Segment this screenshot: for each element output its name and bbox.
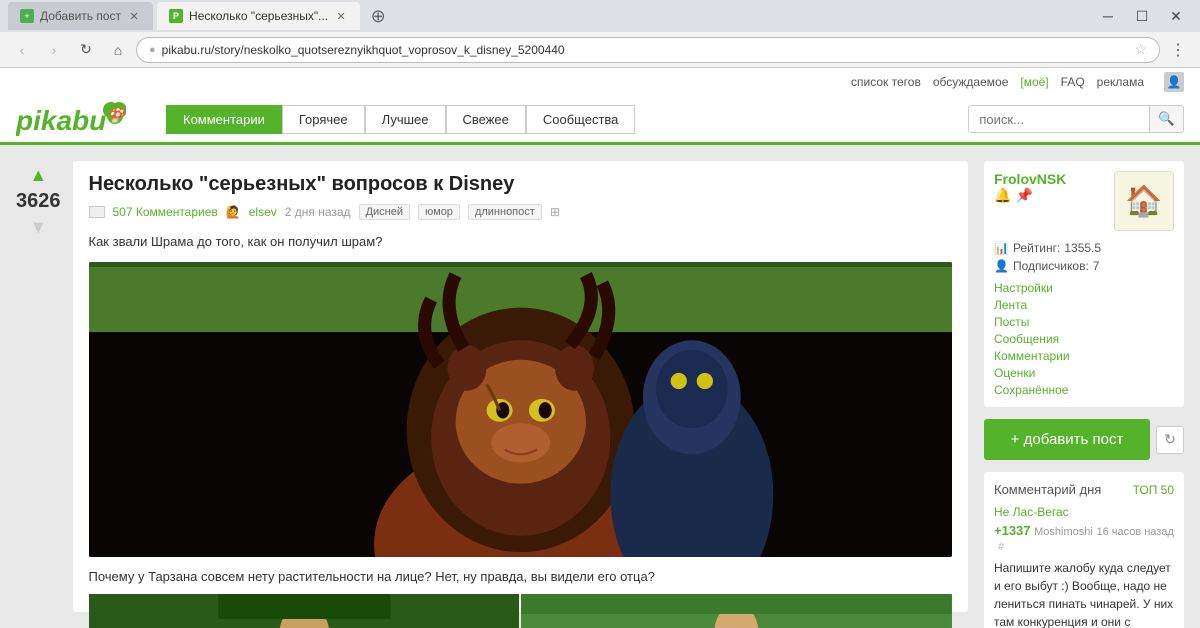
rating-label: Рейтинг: bbox=[1013, 241, 1060, 255]
maximize-button[interactable]: ☐ bbox=[1126, 6, 1158, 26]
tab-title-2: Несколько "серьезных"... bbox=[189, 9, 328, 23]
author-link[interactable]: elsev bbox=[249, 205, 277, 219]
vote-down-button[interactable]: ▼ bbox=[29, 217, 47, 238]
comment-score: +1337 bbox=[994, 523, 1031, 538]
header-link-tag-list[interactable]: список тегов bbox=[851, 75, 921, 89]
tag-disney[interactable]: Дисней bbox=[359, 204, 410, 220]
nav-fresh[interactable]: Свежее bbox=[446, 105, 526, 134]
bell-icon[interactable]: 🔔 bbox=[994, 187, 1011, 204]
tab-favicon-1: + bbox=[20, 9, 34, 23]
tab-close-2[interactable]: ✕ bbox=[334, 9, 348, 23]
comment-of-day: Комментарий дня ТОП 50 Не Лас-Вегас +133… bbox=[984, 472, 1184, 628]
post-meta-icon bbox=[89, 206, 105, 218]
minimize-button[interactable]: ─ bbox=[1092, 6, 1124, 26]
tab-add-post[interactable]: + Добавить пост ✕ bbox=[8, 2, 153, 30]
search-icon: 🔍 bbox=[1158, 111, 1175, 126]
home-button[interactable]: ⌂ bbox=[104, 36, 132, 64]
nav-comments[interactable]: Комментарии bbox=[166, 105, 282, 134]
comments-link[interactable]: 507 Комментариев bbox=[113, 205, 218, 219]
vote-block: ▲ 3626 ▼ bbox=[16, 161, 61, 612]
logo-svg: pikabu 🍄 bbox=[16, 100, 126, 138]
comment-time: 16 часов назад bbox=[1096, 526, 1173, 538]
comment-user-link[interactable]: Не Лас-Вегас bbox=[994, 505, 1174, 519]
link-posts[interactable]: Посты bbox=[994, 315, 1174, 329]
post-title: Несколько "серьезных" вопросов к Disney bbox=[89, 173, 953, 196]
header-link-advert[interactable]: реклама bbox=[1097, 75, 1144, 89]
add-post-row: + добавить пост ↻ bbox=[984, 419, 1184, 460]
link-messages[interactable]: Сообщения bbox=[994, 332, 1174, 346]
forward-button[interactable]: › bbox=[40, 36, 68, 64]
nav-communities[interactable]: Сообщества bbox=[526, 105, 636, 134]
close-window-button[interactable]: ✕ bbox=[1160, 6, 1192, 26]
top50-link[interactable]: ТОП 50 bbox=[1133, 483, 1174, 497]
link-comments[interactable]: Комментарии bbox=[994, 349, 1174, 363]
tag-humor[interactable]: юмор bbox=[418, 204, 460, 220]
comment-text: Напишите жалобу куда следует и его выбут… bbox=[994, 559, 1174, 628]
comment-day-title: Комментарий дня bbox=[994, 482, 1101, 497]
url-text: pikabu.ru/story/neskolko_quotsereznyikhq… bbox=[162, 43, 1129, 57]
tab-pikabu-post[interactable]: P Несколько "серьезных"... ✕ bbox=[157, 2, 360, 30]
post-meta: 507 Комментариев 🙋 elsev 2 дня назад Дис… bbox=[89, 204, 953, 220]
link-saved[interactable]: Сохранённое bbox=[994, 383, 1174, 397]
tab-favicon-2: P bbox=[169, 9, 183, 23]
pin-icon[interactable]: 📌 bbox=[1015, 187, 1032, 204]
post-text-2: Почему у Тарзана совсем нету растительно… bbox=[89, 567, 953, 587]
nav-hot[interactable]: Горячее bbox=[282, 105, 365, 134]
post-text-1: Как звали Шрама до того, как он получил … bbox=[89, 232, 953, 252]
header-link-discussed[interactable]: обсуждаемое bbox=[933, 75, 1009, 89]
sidebar: FrolovNSK 🔔 📌 🏠 📊 Рейтинг: 1355. bbox=[984, 161, 1184, 612]
bookmark-icon[interactable]: ☆ bbox=[1134, 41, 1147, 58]
vote-up-button[interactable]: ▲ bbox=[29, 165, 47, 186]
nav-best[interactable]: Лучшее bbox=[365, 105, 446, 134]
chrome-menu-button[interactable]: ⋮ bbox=[1164, 36, 1192, 64]
post-settings-icon[interactable]: ⊞ bbox=[550, 205, 560, 219]
username[interactable]: FrolovNSK bbox=[994, 171, 1066, 187]
tab-close-1[interactable]: ✕ bbox=[127, 9, 141, 23]
link-feed[interactable]: Лента bbox=[994, 298, 1174, 312]
post-images-tarzan bbox=[89, 594, 953, 628]
rating-icon: 📊 bbox=[994, 241, 1009, 255]
subscribers-icon: 👤 bbox=[994, 259, 1009, 273]
main-nav: Комментарии Горячее Лучшее Свежее Сообще… bbox=[166, 105, 635, 134]
back-button[interactable]: ‹ bbox=[8, 36, 36, 64]
url-bar[interactable]: ● pikabu.ru/story/neskolko_quotsereznyik… bbox=[136, 37, 1160, 63]
site-logo[interactable]: pikabu 🍄 bbox=[16, 100, 126, 138]
refresh-button[interactable]: ↻ bbox=[1156, 426, 1184, 454]
user-stats: 📊 Рейтинг: 1355.5 👤 Подписчиков: 7 bbox=[994, 239, 1174, 275]
add-post-button[interactable]: + добавить пост bbox=[984, 419, 1150, 460]
search-button[interactable]: 🔍 bbox=[1149, 106, 1183, 132]
header-link-my[interactable]: [моё] bbox=[1020, 75, 1048, 89]
tarzan-image-1 bbox=[89, 594, 520, 628]
link-settings[interactable]: Настройки bbox=[994, 281, 1174, 295]
tab-title-1: Добавить пост bbox=[40, 9, 121, 23]
rating-value: 1355.5 bbox=[1064, 241, 1101, 255]
new-tab-button[interactable]: ⊕ bbox=[364, 2, 392, 30]
user-card: FrolovNSK 🔔 📌 🏠 📊 Рейтинг: 1355. bbox=[984, 161, 1184, 407]
link-ratings[interactable]: Оценки bbox=[994, 366, 1174, 380]
search-box: 🔍 bbox=[968, 105, 1184, 133]
subscribers-value: 7 bbox=[1093, 259, 1100, 273]
header-link-faq[interactable]: FAQ bbox=[1061, 75, 1085, 89]
post-content-area: Несколько "серьезных" вопросов к Disney … bbox=[73, 161, 969, 612]
avatar: 🏠 bbox=[1114, 171, 1174, 231]
subscribers-label: Подписчиков: bbox=[1013, 259, 1089, 273]
search-input[interactable] bbox=[969, 107, 1149, 132]
reload-button[interactable]: ↻ bbox=[72, 36, 100, 64]
user-profile-icon[interactable]: 👤 bbox=[1164, 72, 1184, 92]
post-image-lion bbox=[89, 262, 953, 557]
vote-count: 3626 bbox=[16, 190, 61, 213]
svg-text:🍄: 🍄 bbox=[107, 107, 126, 124]
tarzan-image-2 bbox=[521, 594, 952, 628]
comment-meta-user[interactable]: Moshimoshi bbox=[1034, 526, 1093, 538]
comment-hash: # bbox=[998, 541, 1004, 553]
svg-text:pikabu: pikabu bbox=[16, 105, 106, 136]
author-icon: 🙋 bbox=[226, 205, 241, 219]
tag-longpost[interactable]: длиннопост bbox=[468, 204, 542, 220]
post-time: 2 дня назад bbox=[285, 205, 351, 219]
secure-icon: ● bbox=[149, 44, 156, 56]
